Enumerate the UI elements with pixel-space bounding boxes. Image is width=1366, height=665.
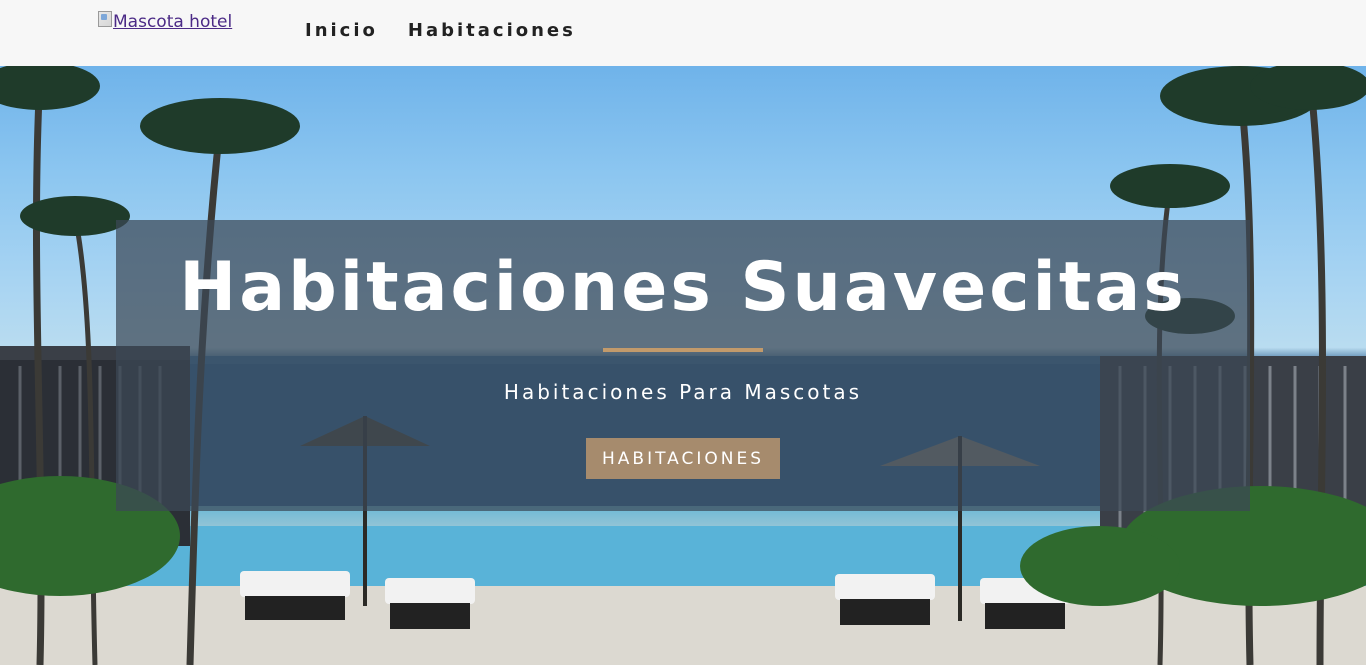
hero-overlay-box: Habitaciones Suavecitas Habitaciones Par…	[116, 220, 1250, 511]
nav-link-habitaciones[interactable]: Habitaciones	[408, 20, 576, 41]
broken-image-icon	[98, 11, 112, 27]
nav-link-inicio[interactable]: Inicio	[305, 20, 378, 41]
hero-banner: Habitaciones Suavecitas Habitaciones Par…	[0, 66, 1366, 665]
navbar: Mascota hotel Inicio Habitaciones	[0, 0, 1366, 66]
logo-alt-text: Mascota hotel	[113, 12, 233, 32]
hero-title: Habitaciones Suavecitas	[179, 248, 1187, 327]
habitaciones-button[interactable]: HABITACIONES	[586, 438, 780, 479]
hero-divider	[603, 348, 763, 352]
hero-subtitle: Habitaciones Para Mascotas	[503, 380, 863, 404]
logo-link[interactable]: Mascota hotel	[98, 11, 233, 32]
nav-links: Inicio Habitaciones	[305, 20, 606, 41]
